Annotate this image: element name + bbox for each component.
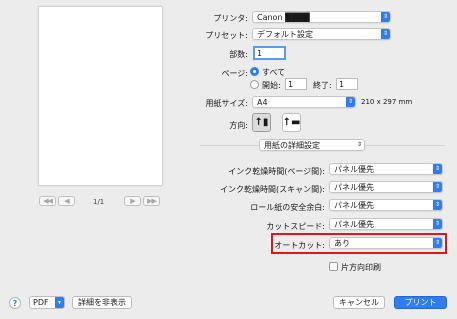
- chevron-updown-icon: ⇕: [433, 238, 442, 248]
- chevron-updown-icon: ⇕: [381, 12, 390, 22]
- portrait-button[interactable]: ↑▮: [252, 113, 271, 132]
- chevron-updown-icon: ⇕: [346, 97, 355, 107]
- auto-cut-value: あり: [334, 238, 350, 248]
- setting-select[interactable]: パネル優先 ⇕: [329, 218, 443, 230]
- print-label: プリント: [404, 298, 437, 307]
- last-page-button[interactable]: ▶▶: [143, 196, 160, 206]
- print-preview: [38, 6, 163, 186]
- printer-value: Canon ████: [257, 12, 310, 22]
- portrait-icon: ↑▮: [254, 117, 269, 128]
- auto-cut-label: オートカット:: [274, 241, 325, 250]
- hide-details-label: 詳細を非表示: [78, 298, 126, 307]
- print-button[interactable]: プリント: [394, 296, 447, 309]
- pages-to-label: 終了:: [313, 81, 332, 90]
- printer-label: プリンタ:: [213, 14, 248, 23]
- chevron-updown-icon: ⇕: [356, 141, 363, 148]
- pages-all-label: すべて: [262, 68, 286, 77]
- pages-all-radio[interactable]: [250, 67, 259, 76]
- setting-label: ロール紙の安全余白:: [250, 203, 325, 212]
- setting-label: カットスピード:: [266, 222, 325, 231]
- pages-to-field[interactable]: 1: [336, 78, 358, 90]
- preset-value: デフォルト設定: [257, 29, 313, 39]
- pages-from-value: 1: [288, 79, 294, 89]
- copies-label: 部数:: [229, 50, 248, 59]
- one-direction-checkbox[interactable]: [329, 262, 338, 271]
- chevron-updown-icon: ⇕: [381, 29, 390, 39]
- pages-from-field[interactable]: 1: [285, 78, 307, 90]
- setting-label: インク乾燥時間(ページ間):: [228, 167, 325, 176]
- pdf-label: PDF: [33, 298, 49, 307]
- chevron-updown-icon: ⇕: [433, 219, 442, 229]
- setting-select[interactable]: パネル優先 ⇕: [329, 181, 443, 193]
- one-direction-label: 片方向印刷: [341, 263, 381, 272]
- paper-dims: 210 x 297 mm: [361, 98, 413, 106]
- orientation-label: 方向:: [229, 121, 248, 130]
- paper-size-label: 用紙サイズ:: [205, 99, 248, 108]
- section-value: 用紙の詳細設定: [264, 140, 320, 150]
- first-page-button[interactable]: ◀◀: [39, 196, 56, 206]
- help-icon: ?: [12, 298, 18, 308]
- printer-select[interactable]: Canon ████ ⇕: [252, 11, 391, 23]
- pages-from-label: 開始:: [262, 81, 281, 90]
- setting-value: パネル優先: [334, 182, 374, 192]
- pdf-menu-button[interactable]: PDF ▾: [29, 296, 65, 309]
- chevron-updown-icon: ⇕: [433, 164, 442, 174]
- setting-value: パネル優先: [334, 219, 374, 229]
- section-select[interactable]: 用紙の詳細設定 ⇕: [259, 139, 365, 151]
- preset-select[interactable]: デフォルト設定 ⇕: [252, 28, 391, 40]
- landscape-button[interactable]: ↑▬: [282, 113, 301, 132]
- setting-value: パネル優先: [334, 164, 374, 174]
- copies-field[interactable]: 1: [253, 46, 286, 60]
- setting-select[interactable]: パネル優先 ⇕: [329, 199, 443, 211]
- pages-to-value: 1: [339, 79, 345, 89]
- setting-label: インク乾燥時間(スキャン間):: [220, 185, 325, 194]
- next-page-button[interactable]: ▶: [124, 196, 141, 206]
- prev-page-button[interactable]: ◀: [58, 196, 75, 206]
- landscape-icon: ↑▬: [282, 117, 301, 128]
- preset-label: プリセット:: [205, 31, 248, 40]
- chevron-updown-icon: ⇕: [433, 200, 442, 210]
- auto-cut-select[interactable]: あり ⇕: [329, 237, 443, 249]
- pages-range-radio[interactable]: [250, 80, 259, 89]
- setting-select[interactable]: パネル優先 ⇕: [329, 163, 443, 175]
- help-button[interactable]: ?: [9, 297, 21, 309]
- cancel-label: キャンセル: [339, 298, 379, 307]
- page-indicator: 1/1: [93, 198, 105, 206]
- chevron-down-icon: ▾: [55, 297, 64, 308]
- paper-size-select[interactable]: A4 ⇕: [252, 96, 356, 108]
- paper-size-value: A4: [257, 97, 268, 107]
- copies-value: 1: [257, 48, 263, 58]
- pages-label: ページ:: [221, 69, 248, 78]
- hide-details-button[interactable]: 詳細を非表示: [72, 296, 132, 309]
- setting-value: パネル優先: [334, 200, 374, 210]
- chevron-updown-icon: ⇕: [433, 182, 442, 192]
- cancel-button[interactable]: キャンセル: [333, 296, 385, 309]
